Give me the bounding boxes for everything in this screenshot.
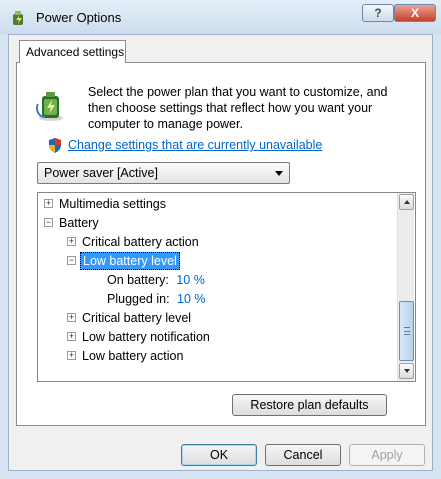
scroll-down-button[interactable] bbox=[399, 363, 414, 379]
power-options-window: Power Options ? X Advanced settings Sele… bbox=[0, 0, 441, 479]
power-options-icon bbox=[13, 11, 23, 25]
help-icon: ? bbox=[374, 6, 382, 20]
power-plan-value: Power saver [Active] bbox=[44, 166, 158, 180]
setting-plugged-in[interactable]: Plugged in: 10 % bbox=[107, 290, 206, 308]
close-button[interactable]: X bbox=[394, 4, 436, 22]
tree-scrollbar[interactable] bbox=[397, 193, 414, 381]
expand-icon[interactable]: + bbox=[67, 313, 76, 322]
tree-item-label-selected: Low battery level bbox=[80, 252, 180, 270]
tree-item-label: Multimedia settings bbox=[59, 197, 166, 211]
change-settings-link[interactable]: Change settings that are currently unava… bbox=[68, 138, 322, 152]
restore-plan-defaults-button[interactable]: Restore plan defaults bbox=[232, 394, 387, 416]
tree-item-label: Battery bbox=[59, 216, 99, 230]
scroll-up-button[interactable] bbox=[399, 194, 414, 210]
collapse-icon[interactable]: − bbox=[44, 218, 53, 227]
settings-tree[interactable]: + Multimedia settings − Battery + Critic… bbox=[37, 192, 416, 382]
title-bar[interactable]: Power Options ? X bbox=[0, 0, 441, 34]
setting-on-battery[interactable]: On battery: 10 % bbox=[107, 271, 205, 289]
shield-icon bbox=[49, 138, 61, 153]
apply-button[interactable]: Apply bbox=[349, 444, 425, 466]
expand-icon[interactable]: + bbox=[67, 332, 76, 341]
tree-item-label: Low battery action bbox=[82, 349, 184, 363]
tab-advanced-settings[interactable]: Advanced settings bbox=[19, 40, 126, 63]
expand-icon[interactable]: + bbox=[44, 199, 53, 208]
tree-item-label: Critical battery level bbox=[82, 311, 192, 325]
power-plan-dropdown[interactable]: Power saver [Active] bbox=[37, 162, 290, 184]
tree-item-label: Critical battery action bbox=[82, 235, 199, 249]
scroll-thumb[interactable] bbox=[399, 301, 414, 361]
grip-icon bbox=[404, 327, 410, 335]
chevron-down-icon bbox=[275, 171, 283, 176]
plan-description: Select the power plan that you want to c… bbox=[88, 85, 388, 131]
cancel-button[interactable]: Cancel bbox=[265, 444, 341, 466]
expand-icon[interactable]: + bbox=[67, 351, 76, 360]
tree-item-label: Low battery notification bbox=[82, 330, 210, 344]
collapse-icon[interactable]: − bbox=[67, 256, 76, 265]
setting-label: Plugged in: bbox=[107, 292, 170, 306]
battery-icon bbox=[36, 92, 63, 121]
arrow-down-icon bbox=[404, 369, 410, 373]
tab-label: Advanced settings bbox=[26, 45, 125, 59]
plugged-in-value[interactable]: 10 % bbox=[177, 292, 206, 306]
ok-button[interactable]: OK bbox=[181, 444, 257, 466]
help-button[interactable]: ? bbox=[362, 4, 394, 22]
setting-label: On battery: bbox=[107, 273, 169, 287]
arrow-up-icon bbox=[404, 200, 410, 204]
window-title: Power Options bbox=[36, 10, 122, 25]
close-icon: X bbox=[410, 6, 419, 20]
expand-icon[interactable]: + bbox=[67, 237, 76, 246]
on-battery-value[interactable]: 10 % bbox=[176, 273, 205, 287]
